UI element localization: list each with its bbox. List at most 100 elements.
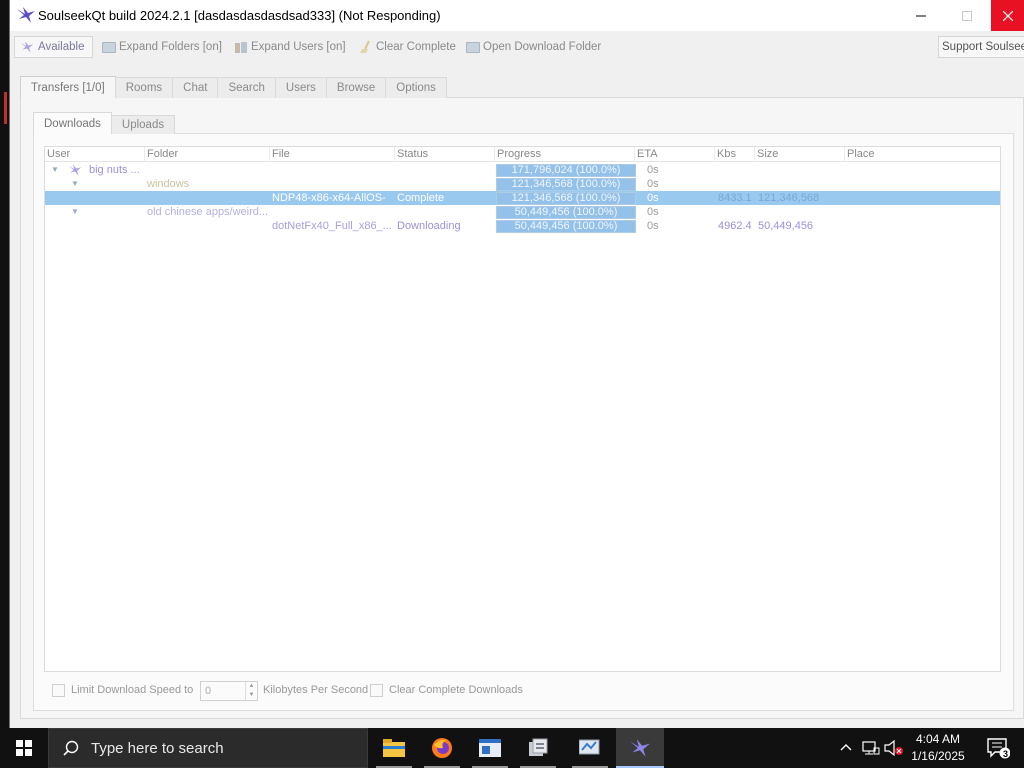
expand-folders-label: Expand Folders [on] xyxy=(119,41,222,53)
available-label: Available xyxy=(38,41,85,53)
tab-browse[interactable]: Browse xyxy=(325,77,387,98)
column-file[interactable]: File xyxy=(270,147,395,162)
search-icon xyxy=(63,740,79,756)
column-place[interactable]: Place xyxy=(845,147,1000,162)
collapse-arrow-icon[interactable]: ▼ xyxy=(71,205,79,219)
title-bar[interactable]: SoulseekQt build 2024.2.1 [dasdasdasdasd… xyxy=(10,0,1024,31)
open-download-folder-button[interactable]: Open Download Folder xyxy=(466,36,601,58)
table-row[interactable]: dotNetFx40_Full_x86_... Downloading 50,4… xyxy=(45,219,1000,233)
progress-bar: 121,346,568 (100.0%) xyxy=(496,178,636,191)
progress-text: 121,346,568 (100.0%) xyxy=(511,178,621,190)
row-eta: 0s xyxy=(647,220,659,232)
window-app-icon xyxy=(479,739,501,757)
table-row[interactable]: ▼ windows 121,346,568 (100.0%) 0s xyxy=(45,177,1000,191)
taskbar-search-box[interactable]: Type here to search xyxy=(48,728,368,768)
tab-transfers[interactable]: Transfers [1/0] xyxy=(20,76,116,98)
tab-uploads[interactable]: Uploads xyxy=(110,115,176,134)
clear-complete-label: Clear Complete xyxy=(376,41,456,53)
table-header: User Folder File Status Progress ETA Kbs… xyxy=(45,147,1000,162)
column-progress[interactable]: Progress xyxy=(495,147,635,162)
progress-text: 50,449,456 (100.0%) xyxy=(514,206,618,218)
tab-rooms[interactable]: Rooms xyxy=(114,77,174,98)
minimize-icon xyxy=(916,15,926,16)
progress-bar: 171,796,024 (100.0%) xyxy=(496,164,636,177)
support-soulseek-button[interactable]: Support Soulseek xyxy=(938,36,1024,58)
progress-text: 121,346,568 (100.0%) xyxy=(511,192,621,204)
taskbar-file-explorer[interactable] xyxy=(370,728,418,768)
column-kbs[interactable]: Kbs xyxy=(715,147,755,162)
expand-folders-button[interactable]: Expand Folders [on] xyxy=(102,36,222,58)
progress-text: 50,449,456 (100.0%) xyxy=(514,220,618,232)
progress-bar: 50,449,456 (100.0%) xyxy=(496,220,636,233)
taskbar-clock[interactable]: 4:04 AM 1/16/2025 xyxy=(906,731,970,765)
column-folder[interactable]: Folder xyxy=(145,147,270,162)
column-status[interactable]: Status xyxy=(395,147,495,162)
row-user: big nuts ... xyxy=(89,164,140,176)
column-user[interactable]: User xyxy=(45,147,145,162)
soulseek-bird-icon xyxy=(20,41,34,53)
taskbar: Type here to search 4:04 AM 1/16/2025 3 xyxy=(0,728,1024,768)
expand-users-button[interactable]: Expand Users [on] xyxy=(234,36,346,58)
close-button[interactable] xyxy=(991,0,1024,31)
tab-options[interactable]: Options xyxy=(385,77,447,98)
table-row[interactable]: ▼ old chinese apps/weird... 50,449,456 (… xyxy=(45,205,1000,219)
minimize-button[interactable] xyxy=(898,0,944,31)
maximize-button[interactable] xyxy=(944,0,990,31)
sub-tab-bar: Downloads Uploads xyxy=(33,112,176,134)
collapse-arrow-icon[interactable]: ▼ xyxy=(71,177,79,191)
soulseek-window: SoulseekQt build 2024.2.1 [dasdasdasdasd… xyxy=(9,0,1024,728)
taskbar-firefox[interactable] xyxy=(418,728,466,768)
maximize-icon xyxy=(962,10,972,21)
progress-bar: 121,346,568 (100.0%) xyxy=(496,192,636,205)
collapse-arrow-icon[interactable]: ▼ xyxy=(51,163,59,177)
column-size[interactable]: Size xyxy=(755,147,845,162)
support-label: Support Soulseek xyxy=(942,41,1024,53)
progress-text: 171,796,024 (100.0%) xyxy=(511,164,621,176)
volume-muted-icon[interactable] xyxy=(884,740,904,756)
row-file: dotNetFx40_Full_x86_... xyxy=(272,220,392,232)
chevron-up-icon[interactable] xyxy=(840,742,852,752)
window-title: SoulseekQt build 2024.2.1 [dasdasdasdasd… xyxy=(38,8,441,23)
taskbar-app-window[interactable] xyxy=(466,728,514,768)
installer-icon xyxy=(529,738,548,756)
taskbar-soulseek[interactable] xyxy=(616,728,664,768)
action-center-button[interactable]: 3 xyxy=(978,728,1018,768)
units-label: Kilobytes Per Second xyxy=(263,684,369,696)
open-download-folder-label: Open Download Folder xyxy=(483,41,602,53)
tab-search[interactable]: Search xyxy=(217,77,276,98)
folder-icon xyxy=(102,41,116,53)
close-icon xyxy=(1003,10,1013,21)
expand-users-label: Expand Users [on] xyxy=(251,41,346,53)
column-eta[interactable]: ETA xyxy=(635,147,715,162)
clear-complete-downloads-checkbox[interactable] xyxy=(370,684,383,697)
spin-down-icon[interactable]: ▼ xyxy=(245,691,257,700)
clear-complete-button[interactable]: Clear Complete xyxy=(359,36,456,58)
tab-chat[interactable]: Chat xyxy=(172,77,219,98)
downloads-table[interactable]: User Folder File Status Progress ETA Kbs… xyxy=(44,146,1001,672)
tab-downloads[interactable]: Downloads xyxy=(33,112,112,134)
tab-users[interactable]: Users xyxy=(274,77,327,98)
row-eta: 0s xyxy=(647,178,659,190)
start-button[interactable] xyxy=(0,728,48,768)
broom-icon xyxy=(360,40,370,53)
taskbar-installer[interactable] xyxy=(514,728,562,768)
table-row[interactable]: ▼ big nuts ... 171,796,024 (100.0%) 0s xyxy=(45,163,1000,177)
row-eta: 0s xyxy=(647,206,659,218)
windows-logo-icon xyxy=(16,740,32,756)
row-eta: 0s xyxy=(647,164,659,176)
network-icon[interactable] xyxy=(862,740,880,756)
clock-date: 1/16/2025 xyxy=(911,749,965,763)
speed-limit-spinbox[interactable]: 0 ▲ ▼ xyxy=(200,681,258,701)
limit-speed-label: Limit Download Speed to xyxy=(71,684,194,696)
table-row-selected[interactable]: NDP48-x86-x64-AllOS- Complete 121,346,56… xyxy=(45,191,1000,205)
users-icon xyxy=(235,41,247,53)
clear-complete-downloads-label: Clear Complete Downloads xyxy=(389,684,523,696)
available-button[interactable]: Available xyxy=(14,36,93,58)
spin-up-icon[interactable]: ▲ xyxy=(245,682,257,691)
limit-speed-checkbox[interactable] xyxy=(52,684,65,697)
speed-limit-value: 0 xyxy=(205,685,212,697)
row-kbs: 4962.4 xyxy=(718,220,752,232)
taskbar-control-panel[interactable] xyxy=(566,728,614,768)
row-status: Complete xyxy=(397,192,445,204)
file-explorer-icon xyxy=(383,739,405,757)
